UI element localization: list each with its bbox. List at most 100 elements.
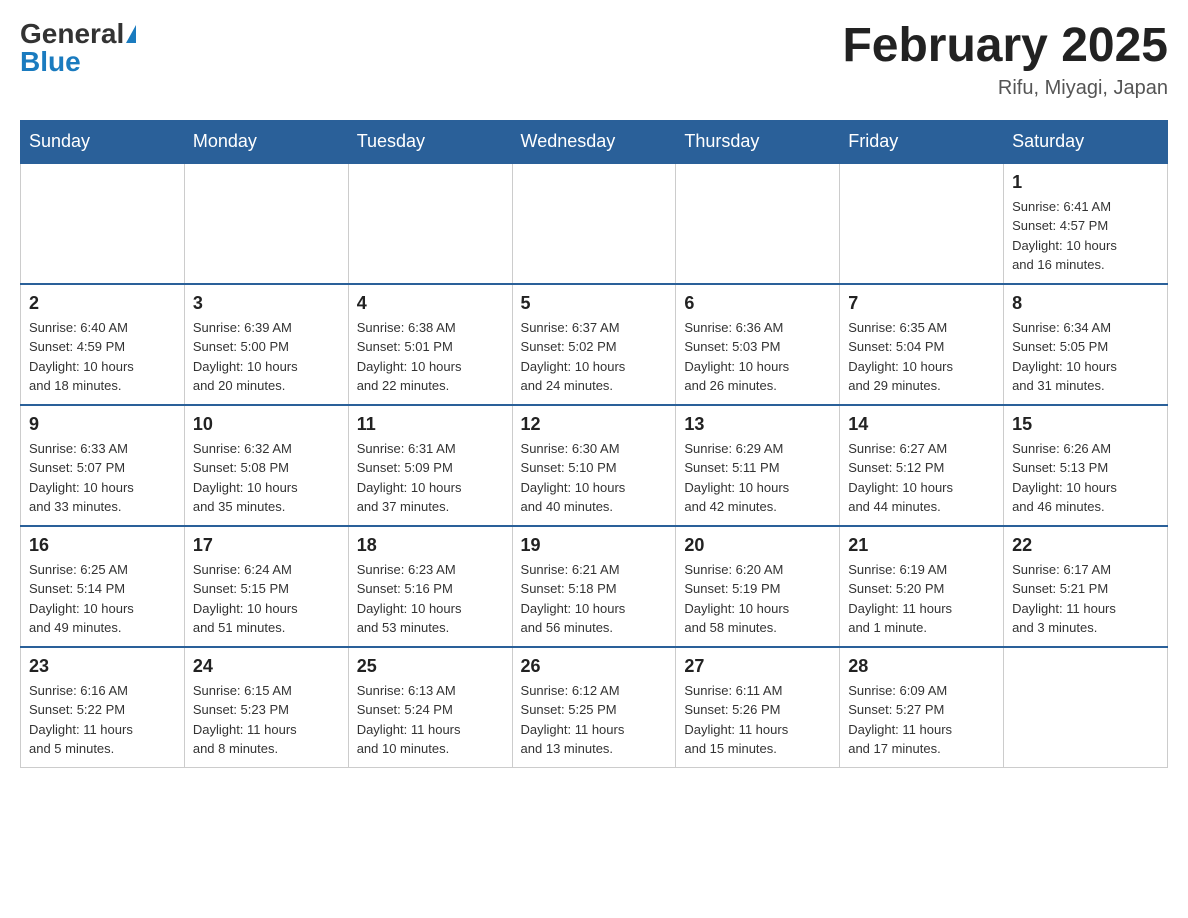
day-info: Sunrise: 6:21 AM Sunset: 5:18 PM Dayligh… (521, 560, 668, 638)
day-number: 7 (848, 293, 995, 314)
day-number: 6 (684, 293, 831, 314)
day-number: 16 (29, 535, 176, 556)
day-info: Sunrise: 6:36 AM Sunset: 5:03 PM Dayligh… (684, 318, 831, 396)
calendar-cell (840, 163, 1004, 284)
calendar-cell: 27Sunrise: 6:11 AM Sunset: 5:26 PM Dayli… (676, 647, 840, 768)
calendar-header: SundayMondayTuesdayWednesdayThursdayFrid… (21, 120, 1168, 163)
calendar-cell: 20Sunrise: 6:20 AM Sunset: 5:19 PM Dayli… (676, 526, 840, 647)
day-header-saturday: Saturday (1004, 120, 1168, 163)
calendar-cell: 8 Sunrise: 6:34 AM Sunset: 5:05 PM Daylig… (1004, 284, 1168, 405)
calendar-cell (1004, 647, 1168, 768)
calendar-cell: 1Sunrise: 6:41 AM Sunset: 4:57 PM Daylig… (1004, 163, 1168, 284)
day-header-tuesday: Tuesday (348, 120, 512, 163)
day-info: Sunrise: 6:13 AM Sunset: 5:24 PM Dayligh… (357, 681, 504, 759)
day-number: 11 (357, 414, 504, 435)
day-info: Sunrise: 6:24 AM Sunset: 5:15 PM Dayligh… (193, 560, 340, 638)
header: General Blue February 2025 Rifu, Miyagi,… (20, 20, 1168, 100)
calendar-cell: 14 Sunrise: 6:27 AM Sunset: 5:12 PM Dayli… (840, 405, 1004, 526)
day-info: Sunrise: 6:41 AM Sunset: 4:57 PM Dayligh… (1012, 197, 1159, 275)
day-number: 8 (1012, 293, 1159, 314)
calendar-cell (348, 163, 512, 284)
calendar-cell (512, 163, 676, 284)
calendar-cell: 24 Sunrise: 6:15 AM Sunset: 5:23 PM Dayli… (184, 647, 348, 768)
calendar-cell: 9 Sunrise: 6:33 AM Sunset: 5:07 PM Daylig… (21, 405, 185, 526)
day-header-friday: Friday (840, 120, 1004, 163)
day-number: 20 (684, 535, 831, 556)
calendar-cell: 4 Sunrise: 6:38 AM Sunset: 5:01 PM Daylig… (348, 284, 512, 405)
calendar-week-2: 2 Sunrise: 6:40 AM Sunset: 4:59 PM Daylig… (21, 284, 1168, 405)
calendar-week-1: 1Sunrise: 6:41 AM Sunset: 4:57 PM Daylig… (21, 163, 1168, 284)
calendar-cell: 10 Sunrise: 6:32 AM Sunset: 5:08 PM Dayli… (184, 405, 348, 526)
day-number: 22 (1012, 535, 1159, 556)
day-number: 2 (29, 293, 176, 314)
day-number: 23 (29, 656, 176, 677)
calendar-cell: 2 Sunrise: 6:40 AM Sunset: 4:59 PM Daylig… (21, 284, 185, 405)
calendar-cell: 12Sunrise: 6:30 AM Sunset: 5:10 PM Dayli… (512, 405, 676, 526)
day-number: 21 (848, 535, 995, 556)
location: Rifu, Miyagi, Japan (842, 77, 1168, 100)
day-number: 12 (521, 414, 668, 435)
day-info: Sunrise: 6:40 AM Sunset: 4:59 PM Dayligh… (29, 318, 176, 396)
logo-general-text: General (20, 20, 124, 48)
day-info: Sunrise: 6:31 AM Sunset: 5:09 PM Dayligh… (357, 439, 504, 517)
day-header-thursday: Thursday (676, 120, 840, 163)
calendar-cell: 16 Sunrise: 6:25 AM Sunset: 5:14 PM Dayli… (21, 526, 185, 647)
calendar-cell: 3 Sunrise: 6:39 AM Sunset: 5:00 PM Daylig… (184, 284, 348, 405)
calendar-cell: 22 Sunrise: 6:17 AM Sunset: 5:21 PM Dayli… (1004, 526, 1168, 647)
calendar-cell: 18 Sunrise: 6:23 AM Sunset: 5:16 PM Dayli… (348, 526, 512, 647)
calendar-cell: 26 Sunrise: 6:12 AM Sunset: 5:25 PM Dayli… (512, 647, 676, 768)
calendar-week-5: 23Sunrise: 6:16 AM Sunset: 5:22 PM Dayli… (21, 647, 1168, 768)
day-number: 28 (848, 656, 995, 677)
calendar-cell (676, 163, 840, 284)
calendar-week-4: 16 Sunrise: 6:25 AM Sunset: 5:14 PM Dayli… (21, 526, 1168, 647)
day-number: 3 (193, 293, 340, 314)
day-number: 19 (521, 535, 668, 556)
day-info: Sunrise: 6:15 AM Sunset: 5:23 PM Dayligh… (193, 681, 340, 759)
title-area: February 2025 Rifu, Miyagi, Japan (842, 20, 1168, 100)
day-number: 25 (357, 656, 504, 677)
month-title: February 2025 (842, 20, 1168, 73)
calendar-cell: 5 Sunrise: 6:37 AM Sunset: 5:02 PM Daylig… (512, 284, 676, 405)
day-info: Sunrise: 6:37 AM Sunset: 5:02 PM Dayligh… (521, 318, 668, 396)
calendar-cell (184, 163, 348, 284)
day-number: 14 (848, 414, 995, 435)
calendar-cell: 19 Sunrise: 6:21 AM Sunset: 5:18 PM Dayli… (512, 526, 676, 647)
day-number: 15 (1012, 414, 1159, 435)
logo: General Blue (20, 20, 136, 76)
day-info: Sunrise: 6:33 AM Sunset: 5:07 PM Dayligh… (29, 439, 176, 517)
calendar-cell: 15 Sunrise: 6:26 AM Sunset: 5:13 PM Dayli… (1004, 405, 1168, 526)
calendar-week-3: 9 Sunrise: 6:33 AM Sunset: 5:07 PM Daylig… (21, 405, 1168, 526)
day-number: 4 (357, 293, 504, 314)
day-header-sunday: Sunday (21, 120, 185, 163)
day-number: 10 (193, 414, 340, 435)
calendar-cell: 7Sunrise: 6:35 AM Sunset: 5:04 PM Daylig… (840, 284, 1004, 405)
day-header-wednesday: Wednesday (512, 120, 676, 163)
day-number: 9 (29, 414, 176, 435)
day-header-monday: Monday (184, 120, 348, 163)
calendar-cell: 23Sunrise: 6:16 AM Sunset: 5:22 PM Dayli… (21, 647, 185, 768)
day-info: Sunrise: 6:12 AM Sunset: 5:25 PM Dayligh… (521, 681, 668, 759)
day-info: Sunrise: 6:27 AM Sunset: 5:12 PM Dayligh… (848, 439, 995, 517)
day-info: Sunrise: 6:11 AM Sunset: 5:26 PM Dayligh… (684, 681, 831, 759)
day-info: Sunrise: 6:23 AM Sunset: 5:16 PM Dayligh… (357, 560, 504, 638)
calendar-cell: 11 Sunrise: 6:31 AM Sunset: 5:09 PM Dayli… (348, 405, 512, 526)
day-info: Sunrise: 6:39 AM Sunset: 5:00 PM Dayligh… (193, 318, 340, 396)
day-info: Sunrise: 6:32 AM Sunset: 5:08 PM Dayligh… (193, 439, 340, 517)
calendar-cell: 13Sunrise: 6:29 AM Sunset: 5:11 PM Dayli… (676, 405, 840, 526)
day-number: 17 (193, 535, 340, 556)
day-number: 24 (193, 656, 340, 677)
day-info: Sunrise: 6:19 AM Sunset: 5:20 PM Dayligh… (848, 560, 995, 638)
day-info: Sunrise: 6:34 AM Sunset: 5:05 PM Dayligh… (1012, 318, 1159, 396)
day-info: Sunrise: 6:17 AM Sunset: 5:21 PM Dayligh… (1012, 560, 1159, 638)
calendar-cell: 25 Sunrise: 6:13 AM Sunset: 5:24 PM Dayli… (348, 647, 512, 768)
day-info: Sunrise: 6:38 AM Sunset: 5:01 PM Dayligh… (357, 318, 504, 396)
calendar-cell: 6 Sunrise: 6:36 AM Sunset: 5:03 PM Daylig… (676, 284, 840, 405)
logo-triangle-icon (126, 25, 136, 43)
day-number: 5 (521, 293, 668, 314)
day-number: 26 (521, 656, 668, 677)
calendar-cell: 17 Sunrise: 6:24 AM Sunset: 5:15 PM Dayli… (184, 526, 348, 647)
calendar-cell: 21 Sunrise: 6:19 AM Sunset: 5:20 PM Dayli… (840, 526, 1004, 647)
day-number: 18 (357, 535, 504, 556)
day-info: Sunrise: 6:25 AM Sunset: 5:14 PM Dayligh… (29, 560, 176, 638)
day-info: Sunrise: 6:26 AM Sunset: 5:13 PM Dayligh… (1012, 439, 1159, 517)
